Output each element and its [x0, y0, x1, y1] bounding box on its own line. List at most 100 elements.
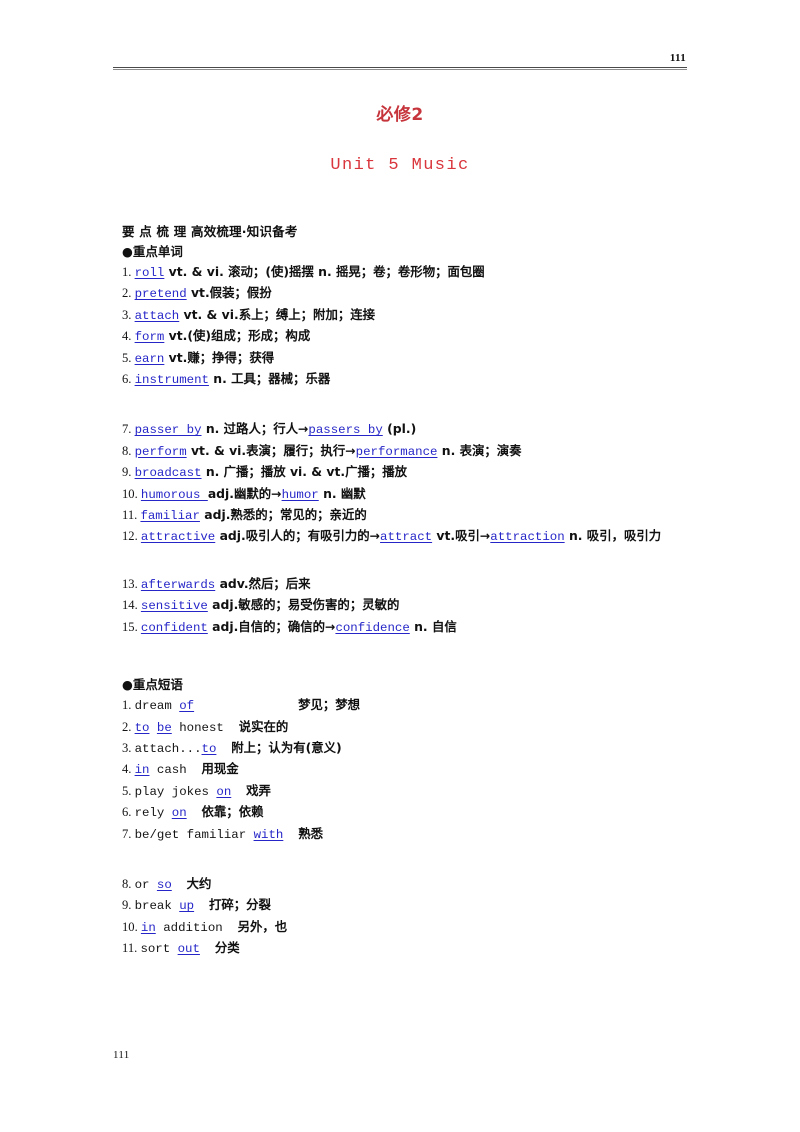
entry-number: 5. [122, 783, 135, 798]
phrase-entry: 1. dream of 梦见；梦想 [122, 695, 688, 716]
phrase-meaning: 分类 [214, 940, 240, 956]
entry-definition: vt.赚；挣得；获得 [164, 349, 275, 365]
phrase-prefix: break [134, 899, 180, 914]
vocabulary-entry: 12. attractive adj.吸引人的；有吸引力的→attract vt… [122, 526, 688, 547]
vocabulary-derived-word: attract [380, 530, 433, 545]
entry-definition: adj.幽默的→ [207, 485, 282, 501]
key-words-list-part1: 1. roll vt. & vi. 滚动；(使)摇摆 n. 摇晃；卷；卷形物；面… [122, 262, 688, 390]
vocabulary-keyword: sensitive [140, 599, 208, 614]
entry-number: 7. [122, 422, 135, 437]
phrase-space [224, 721, 239, 735]
entry-definition: n. 过路人；行人→ [201, 421, 309, 437]
phrase-entry: 8. or so 大约 [122, 874, 688, 895]
vocabulary-entry: 13. afterwards adv.然后；后来 [122, 574, 688, 595]
phrase-meaning: 用现金 [201, 761, 239, 777]
vocabulary-entry: 6. instrument n. 工具；器械；乐器 [122, 369, 688, 390]
vocabulary-keyword: perform [134, 444, 187, 459]
header-page-number: 111 [669, 52, 686, 64]
phrase-prefix: be/get familiar [134, 827, 254, 842]
overview-heading: 要 点 梳 理 高效梳理·知识备考 [122, 224, 298, 239]
phrase-keyword: of [179, 699, 195, 714]
phrase-entry: 2. to be honest 说实在的 [122, 717, 688, 738]
phrase-prefix: rely [134, 806, 172, 821]
phrase-space [200, 942, 215, 956]
entry-number: 8. [122, 876, 135, 891]
phrase-space [216, 742, 231, 756]
entry-number: 1. [122, 698, 135, 713]
vocabulary-entry: 8. perform vt. & vi.表演；履行；执行→performance… [122, 441, 688, 462]
vocabulary-keyword: passer by [134, 423, 202, 438]
phrase-meaning: 说实在的 [238, 718, 289, 734]
vocabulary-entry: 15. confident adj.自信的；确信的→confidence n. … [122, 617, 688, 638]
book-title: 必修2 [376, 105, 424, 125]
entry-number: 10. [122, 919, 141, 934]
key-phrases-list-part1: 1. dream of 梦见；梦想 2. to be honest 说实在的 3. a… [122, 695, 688, 845]
entry-number: 11. [122, 941, 141, 956]
vocabulary-entry: 11. familiar adj.熟悉的；常见的；亲近的 [122, 505, 688, 526]
phrase-suffix: cash [149, 763, 187, 778]
vocabulary-derived-word: passers by [308, 423, 383, 438]
phrase-meaning: 附上；认为有(意义) [231, 739, 342, 755]
entry-definition-tail: n. 自信 [409, 618, 457, 634]
entry-definition: vt.(使)组成；形成；构成 [164, 328, 311, 344]
phrase-meaning: 梦见；梦想 [298, 697, 361, 713]
phrase-keyword: so [156, 877, 172, 892]
vocabulary-keyword: instrument [134, 373, 209, 388]
entry-number: 3. [122, 740, 135, 755]
phrase-suffix: addition [155, 920, 223, 935]
phrase-entry: 3. attach...to 附上；认为有(意义) [122, 738, 688, 759]
page-footer: 111 [113, 1049, 687, 1062]
entry-definition-tail: n. 幽默 [318, 485, 366, 501]
key-words-heading: ●重点单词 [122, 244, 183, 259]
phrase-space [223, 921, 238, 935]
entry-number: 4. [122, 762, 135, 777]
entry-definition: adv.然后；后来 [215, 575, 311, 591]
entry-number: 1. [122, 265, 135, 279]
entry-number: 6. [122, 372, 135, 387]
vocabulary-keyword: earn [134, 351, 165, 366]
entry-definition-tail: (pl.) [382, 421, 417, 437]
vocabulary-entry: 2. pretend vt.假装；假扮 [122, 283, 688, 304]
entry-number: 9. [122, 465, 135, 480]
entry-definition-tail: n. 吸引，吸引力 [564, 528, 662, 544]
phrase-entry: 7. be/get familiar with 熟悉 [122, 824, 688, 845]
block-spacer-4 [122, 845, 688, 874]
block-spacer-2 [122, 548, 688, 574]
entry-number: 2. [122, 719, 135, 734]
footer-page-number: 111 [113, 1049, 130, 1061]
vocabulary-keyword: attach [134, 308, 180, 323]
entry-definition: adj.敏感的；易受伤害的；灵敏的 [207, 597, 400, 613]
entry-number: 11. [122, 508, 141, 523]
vocabulary-entry: 9. broadcast n. 广播；播放 vi. & vt.广播；播放 [122, 462, 688, 483]
key-words-list-part2: 7. passer by n. 过路人；行人→passers by (pl.) 8… [122, 419, 688, 547]
phrase-keyword: to [201, 741, 217, 756]
entry-definition-2: vt.吸引→ [432, 528, 491, 544]
entry-number: 10. [122, 486, 141, 501]
phrase-entry: 4. in cash 用现金 [122, 759, 688, 780]
vocabulary-derived-word: confidence [335, 620, 410, 635]
phrase-keyword: out [177, 942, 200, 957]
phrase-separator [149, 721, 156, 735]
vocabulary-entry: 3. attach vt. & vi.系上；缚上；附加；连接 [122, 305, 688, 326]
entry-number: 2. [122, 286, 135, 301]
vocabulary-keyword: humorous [140, 487, 208, 502]
phrase-meaning: 另外，也 [237, 918, 288, 934]
entry-number: 3. [122, 307, 135, 322]
phrase-prefix: play jokes [134, 784, 217, 799]
entry-number: 12. [122, 529, 141, 544]
entry-number: 9. [122, 898, 135, 913]
phrase-entry: 5. play jokes on 戏弄 [122, 781, 688, 802]
vocabulary-derived-word: humor [281, 487, 319, 502]
vocabulary-keyword: pretend [134, 287, 187, 302]
phrase-keyword: to [134, 720, 150, 735]
phrase-keyword: up [179, 899, 195, 914]
phrase-suffix: honest [171, 720, 224, 735]
vocabulary-keyword: broadcast [134, 466, 202, 481]
header-rule [113, 67, 687, 70]
phrase-keyword: on [171, 806, 187, 821]
vocabulary-keyword: confident [140, 620, 208, 635]
vocabulary-entry: 14. sensitive adj.敏感的；易受伤害的；灵敏的 [122, 595, 688, 616]
phrase-prefix: sort [140, 942, 178, 957]
phrase-entry: 6. rely on 依靠；依赖 [122, 802, 688, 823]
entry-definition: vt. & vi.系上；缚上；附加；连接 [179, 306, 376, 322]
